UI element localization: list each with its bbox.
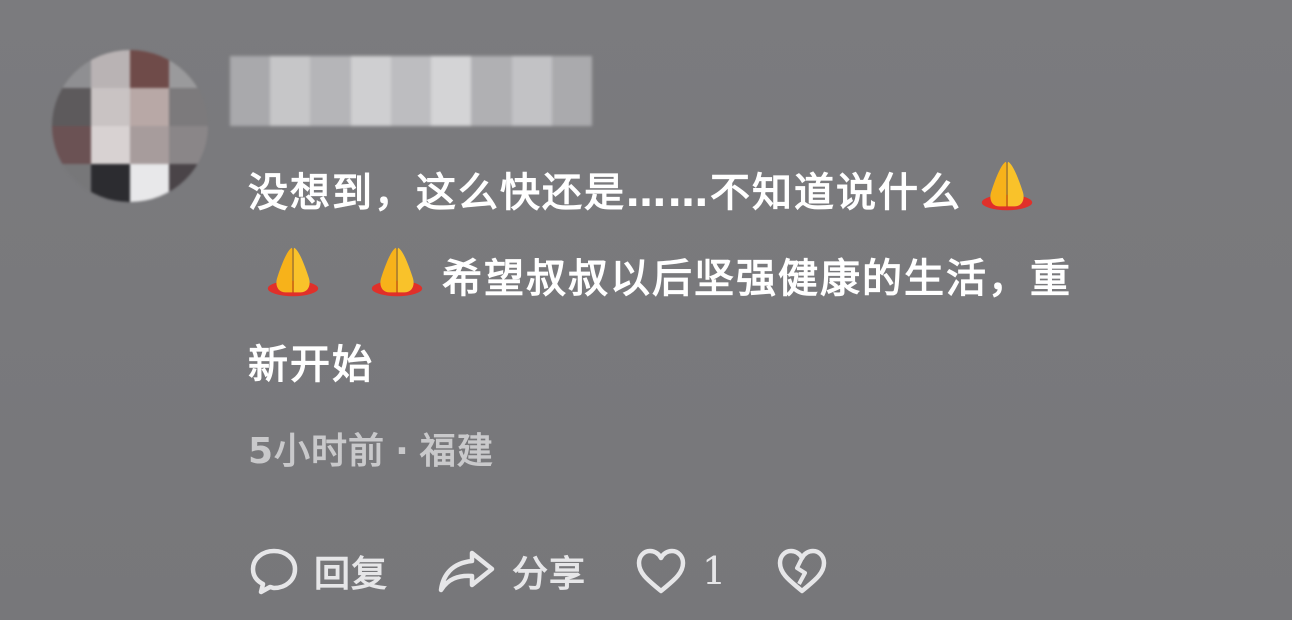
like-button[interactable]: 1 [634, 546, 727, 596]
comment-bubble-icon [250, 548, 298, 595]
folded-hands-icon [267, 247, 319, 297]
reply-button[interactable]: 回复 [248, 545, 388, 597]
heart-outline-icon [636, 548, 686, 594]
folded-hands-icon [371, 247, 423, 297]
timestamp: 5小时前 [248, 431, 386, 472]
comment-line-2: 希望叔叔以后坚强健康的生活，重 [442, 256, 1072, 302]
like-count: 1 [702, 549, 728, 593]
username-blurred[interactable] [230, 56, 592, 126]
share-button[interactable]: 分享 [436, 545, 586, 597]
reply-label: 回复 [314, 554, 389, 595]
comment-text: 没想到，这么快还是……不知道说什么 希望叔叔以后坚强健康的生活，重新开始 [248, 150, 1238, 408]
comment-card: 没想到，这么快还是……不知道说什么 希望叔叔以后坚强健康的生活，重新开始 5小时… [0, 0, 1292, 620]
dislike-button[interactable] [775, 546, 829, 596]
comment-line-3: 新开始 [248, 342, 374, 388]
meta-separator: · [395, 431, 410, 472]
folded-hands-icon [981, 161, 1033, 211]
avatar[interactable] [52, 50, 208, 202]
action-bar: 回复 分享 1 [248, 538, 877, 604]
share-arrow-icon [438, 550, 495, 593]
broken-heart-icon [777, 548, 827, 594]
comment-meta: 5小时前 · 福建 [248, 422, 494, 474]
comment-line-1: 没想到，这么快还是……不知道说什么 [248, 170, 962, 216]
share-label: 分享 [512, 554, 587, 595]
location: 福建 [419, 431, 494, 472]
